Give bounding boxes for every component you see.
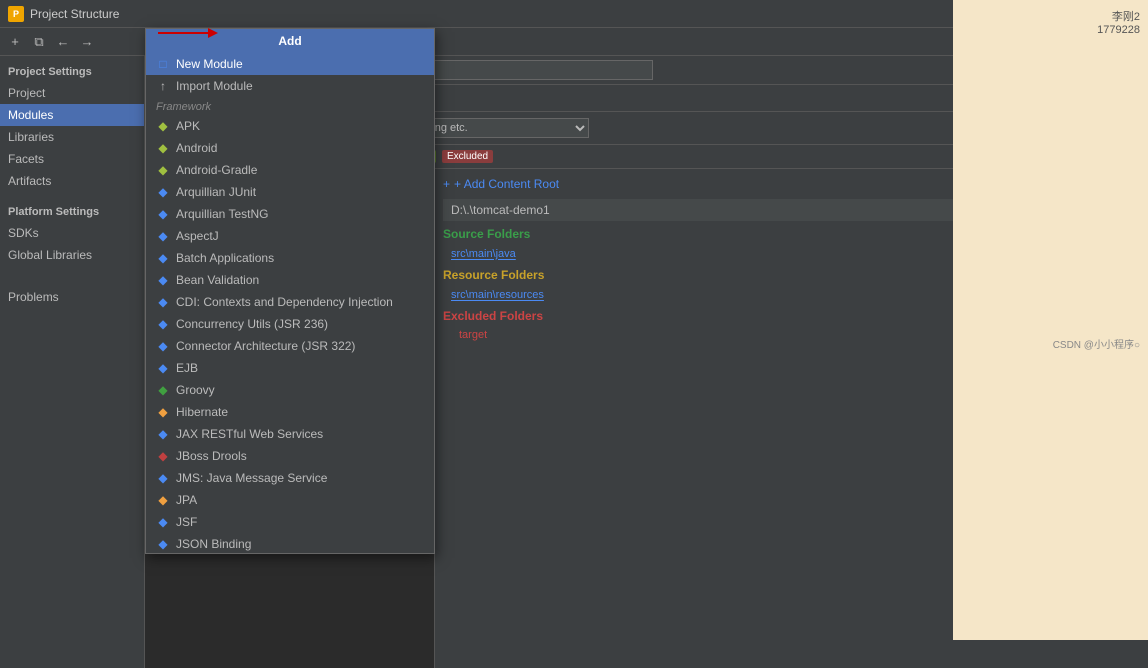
framework-item-label: APK (176, 119, 200, 133)
dropdown-import-module[interactable]: ↑ Import Module (146, 75, 434, 97)
sidebar-item-libraries[interactable]: Libraries (0, 126, 144, 148)
icon-blue: ◆ (156, 185, 170, 199)
sidebar-item-sdks[interactable]: SDKs (0, 222, 144, 244)
new-module-icon: □ (156, 57, 170, 71)
dropdown-item-jsf[interactable]: ◆ JSF (146, 511, 434, 533)
icon-blue: ◆ (156, 471, 170, 485)
dropdown-item-aspectj[interactable]: ◆ AspectJ (146, 225, 434, 247)
icon-blue: ◆ (156, 229, 170, 243)
dropdown-item-jax-restful-web-services[interactable]: ◆ JAX RESTful Web Services (146, 423, 434, 445)
watermark-line2: 1779228 (1097, 24, 1140, 36)
framework-item-label: Arquillian JUnit (176, 185, 256, 199)
sidebar-item-project[interactable]: Project (0, 82, 144, 104)
content-root-path: D:\.\tomcat-demo1 (451, 203, 550, 217)
framework-item-label: Concurrency Utils (JSR 236) (176, 317, 328, 331)
icon-blue: ◆ (156, 537, 170, 551)
framework-item-label: Groovy (176, 383, 215, 397)
framework-item-label: JBoss Drools (176, 449, 247, 463)
framework-item-label: Android (176, 141, 217, 155)
icon-blue: ◆ (156, 295, 170, 309)
watermark-csdn: CSDN @小小程序○ (1053, 336, 1140, 351)
icon-blue: ◆ (156, 317, 170, 331)
icon-blue: ◆ (156, 427, 170, 441)
framework-item-label: Connector Architecture (JSR 322) (176, 339, 355, 353)
dropdown-item-jms:-java-message-service[interactable]: ◆ JMS: Java Message Service (146, 467, 434, 489)
dropdown-item-connector-architecture-(jsr-322)[interactable]: ◆ Connector Architecture (JSR 322) (146, 335, 434, 357)
icon-blue: ◆ (156, 339, 170, 353)
dropdown-item-arquillian-junit[interactable]: ◆ Arquillian JUnit (146, 181, 434, 203)
framework-item-label: Bean Validation (176, 273, 259, 287)
dropdown-item-apk[interactable]: ◆ APK (146, 115, 434, 137)
framework-item-label: AspectJ (176, 229, 219, 243)
framework-item-label: JSON Binding (176, 537, 251, 551)
icon-orange: ◆ (156, 493, 170, 507)
forward-button[interactable]: → (76, 31, 98, 53)
icon-gradle: ◆ (156, 163, 170, 177)
framework-items: ◆ APK ◆ Android ◆ Android-Gradle ◆ Arquillian J… (146, 115, 434, 553)
framework-item-label: EJB (176, 361, 198, 375)
framework-item-label: JMS: Java Message Service (176, 471, 327, 485)
dropdown-item-jboss-drools[interactable]: ◆ JBoss Drools (146, 445, 434, 467)
framework-section-title: Framework (146, 97, 434, 115)
new-module-label: New Module (176, 57, 243, 71)
framework-item-label: Batch Applications (176, 251, 274, 265)
sidebar-item-problems[interactable]: Problems (0, 286, 144, 308)
framework-item-label: JSF (176, 515, 197, 529)
framework-item-label: JAX RESTful Web Services (176, 427, 323, 441)
dropdown-item-android[interactable]: ◆ Android (146, 137, 434, 159)
dropdown-item-ejb[interactable]: ◆ EJB (146, 357, 434, 379)
dropdown-item-jpa[interactable]: ◆ JPA (146, 489, 434, 511)
sidebar-item-artifacts[interactable]: Artifacts (0, 170, 144, 192)
app-icon: P (8, 6, 24, 22)
dropdown-scroll: □ New Module ↑ Import Module Framework ◆… (146, 53, 434, 553)
title-bar-text: Project Structure (30, 7, 1088, 21)
add-dropdown: Add □ New Module ↑ Import Module Framewo… (145, 28, 435, 554)
icon-blue: ◆ (156, 515, 170, 529)
dropdown-header: Add (146, 29, 434, 53)
icon-apk: ◆ (156, 119, 170, 133)
dropdown-item-batch-applications[interactable]: ◆ Batch Applications (146, 247, 434, 269)
dropdown-item-json-binding[interactable]: ◆ JSON Binding (146, 533, 434, 553)
import-module-label: Import Module (176, 79, 253, 93)
framework-item-label: Arquillian TestNG (176, 207, 268, 221)
sidebar-item-global-libraries[interactable]: Global Libraries (0, 244, 144, 266)
icon-android: ◆ (156, 141, 170, 155)
icon-blue: ◆ (156, 273, 170, 287)
sidebar: Project Settings Project Modules Librari… (0, 56, 145, 668)
sidebar-item-modules[interactable]: Modules (0, 104, 144, 126)
dropdown-item-groovy[interactable]: ◆ Groovy (146, 379, 434, 401)
platform-settings-title: Platform Settings (0, 200, 144, 222)
icon-green: ◆ (156, 383, 170, 397)
dropdown-item-bean-validation[interactable]: ◆ Bean Validation (146, 269, 434, 291)
icon-red: ◆ (156, 449, 170, 463)
badge-excluded[interactable]: Excluded (442, 150, 493, 163)
import-module-icon: ↑ (156, 79, 170, 93)
icon-blue: ◆ (156, 207, 170, 221)
back-button[interactable]: ← (52, 31, 74, 53)
icon-blue: ◆ (156, 251, 170, 265)
watermark-line1: 李刚2 (1112, 8, 1140, 24)
icon-blue: ◆ (156, 361, 170, 375)
project-settings-title: Project Settings (0, 60, 144, 82)
watermark: 李刚2 1779228 CSDN @小小程序○ (953, 0, 1148, 640)
dropdown-item-concurrency-utils-(jsr-236)[interactable]: ◆ Concurrency Utils (JSR 236) (146, 313, 434, 335)
sidebar-item-facets[interactable]: Facets (0, 148, 144, 170)
icon-orange: ◆ (156, 405, 170, 419)
excluded-folder-path: target (459, 329, 487, 341)
framework-item-label: JPA (176, 493, 197, 507)
framework-item-label: Android-Gradle (176, 163, 257, 177)
add-button[interactable]: + (4, 31, 26, 53)
dropdown-item-hibernate[interactable]: ◆ Hibernate (146, 401, 434, 423)
framework-item-label: Hibernate (176, 405, 228, 419)
dropdown-item-cdi:-contexts-and-dependency-injection[interactable]: ◆ CDI: Contexts and Dependency Injection (146, 291, 434, 313)
copy-button[interactable]: ⧉ (28, 31, 50, 53)
dropdown-item-android-gradle[interactable]: ◆ Android-Gradle (146, 159, 434, 181)
dropdown-item-arquillian-testng[interactable]: ◆ Arquillian TestNG (146, 203, 434, 225)
dropdown-new-module[interactable]: □ New Module (146, 53, 434, 75)
framework-item-label: CDI: Contexts and Dependency Injection (176, 295, 393, 309)
